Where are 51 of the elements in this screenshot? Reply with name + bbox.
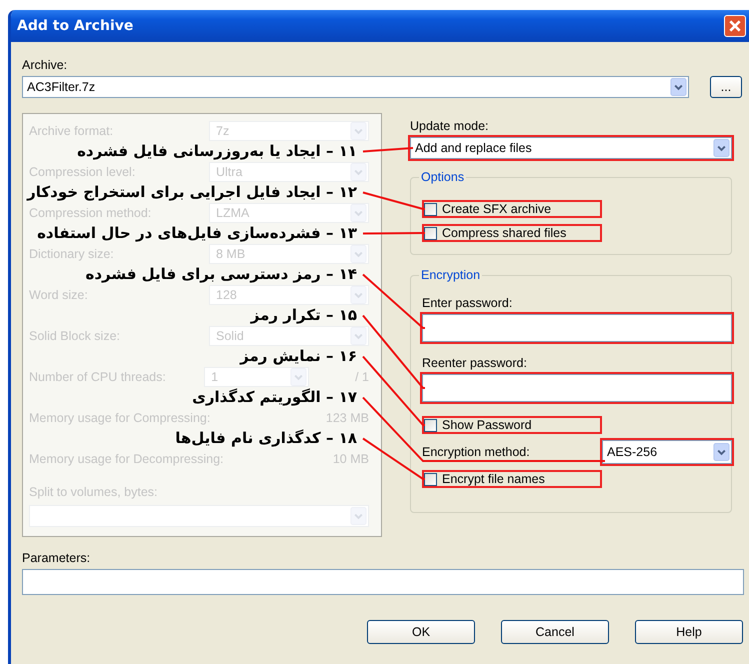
leader-line [362,147,414,152]
password-field[interactable] [422,314,732,342]
field-label: Enter password: [422,296,514,310]
annotation: ۱۸ – کدگذاری نام فایل‌ها [175,429,357,448]
browse-button[interactable]: ... [710,76,742,98]
chevron-icon [713,139,730,157]
checkbox-label: Compress shared files [442,226,566,240]
annotation: ۱۳ – فشرده‌سازی فایل‌های در حال استفاده [37,224,357,243]
close-button[interactable] [724,15,746,37]
field-label: Parameters: [22,551,92,565]
group-title: Encryption [419,268,482,282]
annotation: ۱۴ – رمز دسترسی برای فایل فشرده [85,265,357,284]
password-field[interactable] [422,374,732,402]
encryption-method-combo[interactable]: AES-256 [602,440,732,464]
chevron-icon [350,163,367,181]
window-title: Add to Archive [17,18,134,34]
close-icon [728,19,742,33]
checkbox[interactable] [424,472,437,486]
field-label: Update mode: [410,119,490,133]
checkbox-label: Create SFX archive [442,202,552,216]
archive-combo[interactable]: AC3Filter.7z [22,76,689,98]
leader-line [363,232,425,234]
chevron-icon [670,78,687,96]
annotation: ۱۶ – نمایش رمز [240,347,357,366]
chevron-icon [350,245,367,263]
checkbox[interactable] [424,418,437,432]
chevron-icon [713,443,730,461]
field-label: Archive: [22,58,68,72]
checkbox[interactable] [424,202,437,216]
dialog-button[interactable]: Help [635,620,743,644]
dialog-button[interactable]: Cancel [501,620,609,644]
checkbox-label: Encrypt file names [442,472,545,486]
checkbox-label: Show Password [442,418,532,432]
chevron-icon [350,286,367,304]
checkbox[interactable] [424,226,437,240]
leader-line [362,192,425,210]
chevron-icon [350,122,367,140]
chevron-icon [290,368,308,386]
chevron-icon [350,204,367,222]
annotation: ۱۱ – ایجاد یا به‌روزرسانی فایل فشرده [77,142,357,161]
dialog-button[interactable]: OK [367,620,475,644]
group-title: Options [419,170,466,184]
annotation: ۱۵ – تکرار رمز [250,306,357,325]
update-mode-combo[interactable]: Add and replace files [410,137,732,159]
field-label: Encryption method: [422,445,530,459]
chevron-icon [350,507,367,525]
chevron-icon [350,327,367,345]
annotation: ۱۲ – ایجاد فایل اجرایی برای استخراج خودکار [27,183,357,202]
parameters-field[interactable] [22,569,744,595]
field-label: Reenter password: [422,356,528,370]
annotation: ۱۷ – الگوریتم کدگذاری [192,388,357,407]
